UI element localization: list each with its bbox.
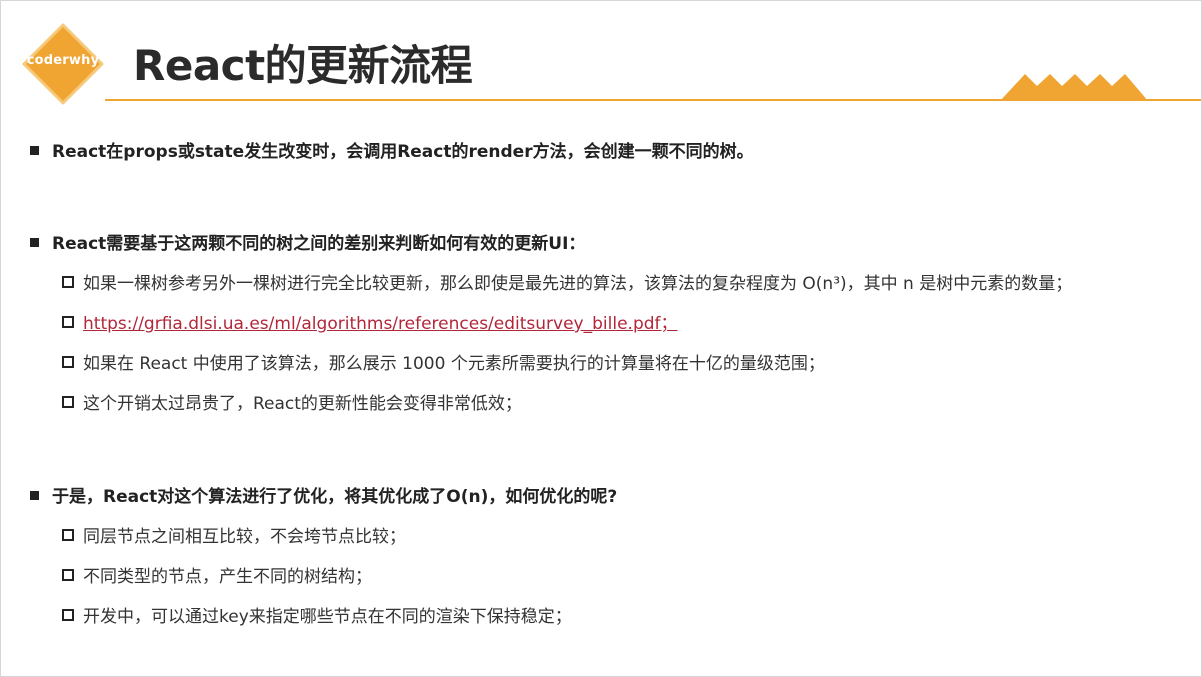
hollow-square-bullet-icon — [62, 396, 74, 408]
sub-bullet-item: 同层节点之间相互比较，不会垮节点比较； — [62, 522, 406, 547]
sub-bullet-item: 如果一棵树参考另外一棵树进行完全比较更新，那么即使是最先进的算法，该算法的复杂程… — [62, 269, 1072, 294]
sub-bullet-item: 不同类型的节点，产生不同的树结构； — [62, 562, 372, 587]
reference-link[interactable]: https://grfia.dlsi.ua.es/ml/algorithms/r… — [83, 314, 678, 334]
sub-bullet-text: 这个开销太过昂贵了，React的更新性能会变得非常低效； — [83, 394, 522, 414]
hollow-square-bullet-icon — [62, 609, 74, 621]
logo: coderwhy — [22, 23, 104, 105]
sub-bullet-text: 如果在 React 中使用了该算法，那么展示 1000 个元素所需要执行的计算量… — [83, 354, 825, 374]
slide: coderwhy React的更新流程 React在props或state发生改… — [0, 0, 1202, 677]
sub-bullet-item: 开发中，可以通过key来指定哪些节点在不同的渲染下保持稳定； — [62, 602, 572, 627]
hollow-square-bullet-icon — [62, 356, 74, 368]
bullet-text: 于是，React对这个算法进行了优化，将其优化成了O(n)，如何优化的呢? — [52, 487, 618, 507]
mountain-decoration-icon — [1000, 74, 1148, 101]
logo-text: coderwhy — [26, 53, 100, 68]
square-bullet-icon — [30, 238, 39, 247]
sub-bullet-item: 如果在 React 中使用了该算法，那么展示 1000 个元素所需要执行的计算量… — [62, 349, 825, 374]
sub-bullet-item: 这个开销太过昂贵了，React的更新性能会变得非常低效； — [62, 389, 522, 414]
hollow-square-bullet-icon — [62, 316, 74, 328]
bullet-item: React需要基于这两颗不同的树之间的差别来判断如何有效的更新UI： — [30, 229, 585, 254]
hollow-square-bullet-icon — [62, 569, 74, 581]
bullet-text: React需要基于这两颗不同的树之间的差别来判断如何有效的更新UI： — [52, 234, 586, 254]
page-title: React的更新流程 — [133, 41, 473, 90]
hollow-square-bullet-icon — [62, 529, 74, 541]
bullet-text: React在props或state发生改变时，会调用React的render方法… — [52, 142, 754, 162]
bullet-item: 于是，React对这个算法进行了优化，将其优化成了O(n)，如何优化的呢? — [30, 482, 617, 507]
sub-bullet-text: 不同类型的节点，产生不同的树结构； — [83, 567, 372, 587]
sub-bullet-text: 同层节点之间相互比较，不会垮节点比较； — [83, 527, 406, 547]
sub-bullet-item: https://grfia.dlsi.ua.es/ml/algorithms/r… — [62, 309, 678, 334]
square-bullet-icon — [30, 491, 39, 500]
square-bullet-icon — [30, 146, 39, 155]
bullet-item: React在props或state发生改变时，会调用React的render方法… — [30, 137, 754, 162]
sub-bullet-text: 开发中，可以通过key来指定哪些节点在不同的渲染下保持稳定； — [83, 607, 572, 627]
sub-bullet-text: 如果一棵树参考另外一棵树进行完全比较更新，那么即使是最先进的算法，该算法的复杂程… — [83, 274, 1073, 294]
hollow-square-bullet-icon — [62, 276, 74, 288]
